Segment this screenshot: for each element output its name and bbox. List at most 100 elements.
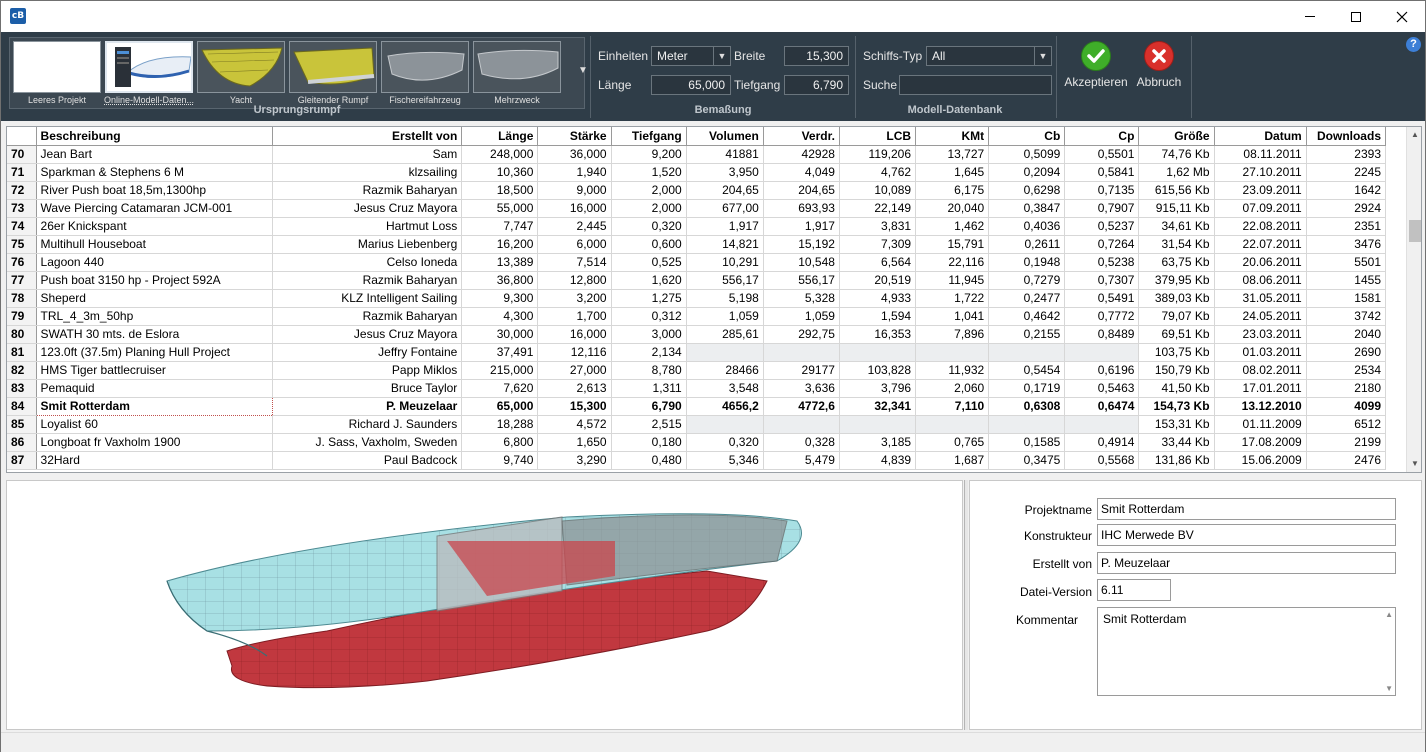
help-icon[interactable]: ? [1406,37,1421,52]
table-row[interactable]: 73 Wave Piercing Catamaran JCM-001 Jesus C… [7,199,1387,218]
column-header[interactable]: Größe [1138,127,1215,146]
table-cell [915,415,990,434]
table-row[interactable]: 74 26er Knickspant Hartmut Loss 7,747 2,445 0… [7,217,1387,236]
table-cell: P. Meuzelaar [272,397,463,416]
schiffstyp-label: Schiffs-Typ [863,49,923,63]
minimize-button[interactable] [1287,1,1333,32]
table-row[interactable]: 76 Lagoon 440 Celso Ioneda 13,389 7,514 0,525… [7,253,1387,272]
table-row[interactable]: 84 Smit Rotterdam P. Meuzelaar 65,000 15,300… [7,396,1387,416]
konstrukteur-field[interactable]: IHC Merwede BV [1097,524,1396,546]
table-scrollbar[interactable]: ▲ ▼ [1406,127,1421,472]
close-button[interactable] [1379,1,1425,32]
tiefgang-input[interactable]: 6,790 [784,75,849,95]
table-row[interactable]: 82 HMS Tiger battlecruiser Papp Miklos 215,… [7,361,1387,380]
projektname-field[interactable]: Smit Rotterdam [1097,498,1396,520]
row-number: 84 [7,397,37,416]
table-row[interactable]: 70 Jean Bart Sam 248,000 36,000 9,200 41881 429… [7,145,1387,164]
suche-input[interactable] [899,75,1052,95]
template-fishing-vessel[interactable]: Fischereifahrzeug [380,40,470,106]
template-planing-hull[interactable]: Gleitender Rumpf [288,40,378,106]
scrollbar-thumb[interactable] [1409,220,1421,242]
table-cell: HMS Tiger battlecruiser [36,361,273,380]
table-cell: 7,514 [537,253,612,272]
table-cell: 123.0ft (37.5m) Planing Hull Project [36,343,273,362]
table-row[interactable]: 75 Multihull Houseboat Marius Liebenberg 16… [7,235,1387,254]
template-online-database[interactable]: Online-Modell-Daten... [104,40,194,106]
column-header[interactable]: Erstellt von [272,127,463,146]
table-row[interactable]: 83 Pemaquid Bruce Taylor 7,620 2,613 1,311 3,5… [7,379,1387,398]
table-row[interactable]: 78 Sheperd KLZ Intelligent Sailing 9,300 3,2… [7,289,1387,308]
table-cell: 0,7907 [1064,199,1140,218]
datei-version-field[interactable]: 6.11 [1097,579,1171,601]
table-cell: 1,917 [763,217,840,236]
table-cell [1064,415,1140,434]
erstellt-von-field[interactable]: P. Meuzelaar [1097,552,1396,574]
column-header[interactable]: KMt [915,127,990,146]
schiffstyp-select[interactable]: All ▼ [926,46,1052,66]
table-row[interactable]: 81 123.0ft (37.5m) Planing Hull Project Je… [7,343,1387,362]
column-header[interactable] [7,127,37,146]
table-cell: 0,2094 [988,163,1066,182]
row-number: 83 [7,379,37,398]
table-cell: Bruce Taylor [272,379,463,398]
table-cell: 1,62 Mb [1138,163,1215,182]
column-header[interactable]: Verdr. [763,127,840,146]
column-header[interactable]: Cb [988,127,1066,146]
table-cell: 36,000 [537,145,612,164]
scroll-up-icon[interactable]: ▲ [1407,127,1421,143]
column-header[interactable]: Volumen [686,127,764,146]
table-row[interactable]: 77 Push boat 3150 hp - Project 592A Razmik… [7,271,1387,290]
table-cell: 20,519 [839,271,917,290]
table-cell: 0,6474 [1064,397,1140,416]
table-cell: 12,116 [537,343,612,362]
table-cell: 154,73 Kb [1138,397,1215,416]
column-header[interactable]: Beschreibung [36,127,273,146]
column-header[interactable]: Länge [461,127,539,146]
maximize-button[interactable] [1333,1,1379,32]
column-header[interactable]: Stärke [537,127,612,146]
table-cell: 3,000 [611,325,687,344]
table-row[interactable]: 72 River Push boat 18,5m,1300hp Razmik Bah… [7,181,1387,200]
table-cell: 17.08.2009 [1214,433,1307,452]
hull-3d-viewer[interactable] [6,480,963,730]
scroll-up-icon[interactable]: ▲ [1385,610,1393,619]
einheiten-select[interactable]: Meter ▼ [651,46,731,66]
table-row[interactable]: 85 Loyalist 60 Richard J. Saunders 18,288 4,… [7,415,1387,434]
template-yacht[interactable]: Yacht [196,40,286,106]
laenge-input[interactable]: 65,000 [651,75,731,95]
table-cell [1064,343,1140,362]
kommentar-textarea[interactable]: Smit Rotterdam ▲ ▼ [1097,607,1396,696]
table-cell: 24.05.2011 [1214,307,1307,326]
column-header[interactable]: Tiefgang [611,127,687,146]
column-header[interactable]: Downloads [1306,127,1387,146]
column-header[interactable]: Cp [1064,127,1140,146]
table-row[interactable]: 71 Sparkman & Stephens 6 Mklzsailing 10,36… [7,163,1387,182]
table-cell: 4656,2 [686,397,764,416]
table-cell: 6,800 [461,433,539,452]
table-cell: 20,040 [915,199,990,218]
table-cell: 379,95 Kb [1138,271,1215,290]
table-row[interactable]: 86 Longboat fr Vaxholm 1900 J. Sass, Vaxho… [7,433,1387,452]
table-cell: 0,5501 [1064,145,1140,164]
scroll-down-icon[interactable]: ▼ [1385,684,1393,693]
cancel-button[interactable]: Abbruch [1127,40,1191,94]
breite-input[interactable]: 15,300 [784,46,849,66]
accept-button[interactable]: Akzeptieren [1064,40,1128,94]
table-row[interactable]: 87 32Hard Paul Badcock 9,740 3,290 0,480 5,346… [7,451,1387,470]
template-multipurpose[interactable]: Mehrzweck [472,40,562,106]
hull-rendering [166,513,802,689]
column-header[interactable]: Datum [1214,127,1307,146]
scroll-down-icon[interactable]: ▼ [1407,456,1421,472]
group-label-modell-datenbank: Modell-Datenbank [907,104,1003,116]
checkmark-icon [1081,41,1111,71]
panel-splitter[interactable] [964,480,968,730]
table-row[interactable]: 79 TRL_4_3m_50hp Razmik Baharyan 4,300 1,700… [7,307,1387,326]
table-cell: 3,636 [763,379,840,398]
table-cell: 556,17 [686,271,764,290]
table-cell: 4,839 [839,451,917,470]
table-cell: 150,79 Kb [1138,361,1215,380]
column-header[interactable]: LCB [839,127,917,146]
gallery-scroll-down-icon[interactable]: ▼ [576,65,590,79]
template-blank-project[interactable]: Leeres Projekt [12,40,102,106]
table-row[interactable]: 80 SWATH 30 mts. de Eslora Jesus Cruz Mayo… [7,325,1387,344]
